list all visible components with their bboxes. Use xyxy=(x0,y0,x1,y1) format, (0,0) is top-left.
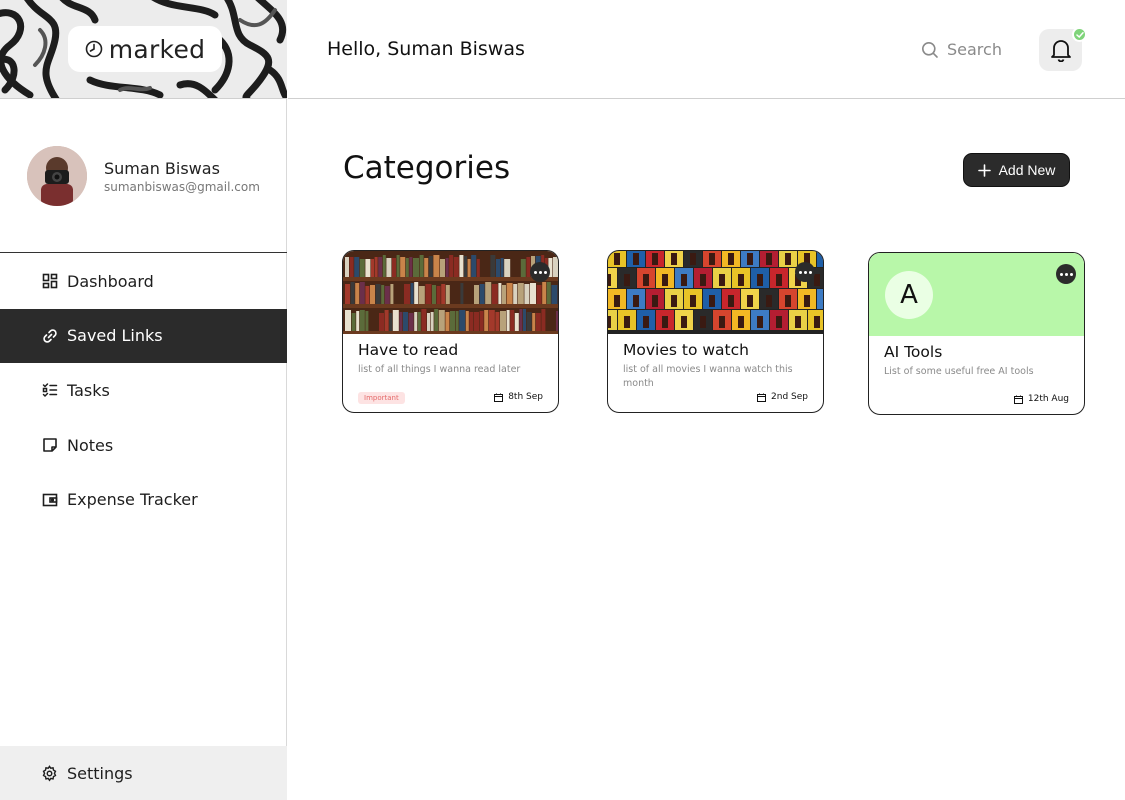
letter-avatar: A xyxy=(885,271,933,319)
sidebar-item-label: Expense Tracker xyxy=(67,490,198,510)
calendar-icon xyxy=(494,393,504,402)
card-title: Have to read xyxy=(358,341,459,359)
card-menu-button[interactable] xyxy=(530,262,550,282)
category-card-have-to-read[interactable]: Have to read list of all things I wanna … xyxy=(342,250,559,413)
card-date: 12th Aug xyxy=(1013,394,1069,404)
calendar-icon xyxy=(1013,395,1023,404)
movie-posters-image xyxy=(608,251,823,334)
note-icon xyxy=(41,437,58,454)
card-date: 8th Sep xyxy=(494,392,543,402)
card-description: list of all things I wanna read later xyxy=(358,364,521,375)
page-title: Categories xyxy=(343,150,511,186)
check-icon xyxy=(1075,31,1084,38)
sidebar-item-label: Notes xyxy=(67,435,114,455)
card-date-text: 2nd Sep xyxy=(771,392,808,402)
avatar[interactable] xyxy=(27,146,87,206)
gear-icon xyxy=(41,764,58,782)
notification-button[interactable] xyxy=(1039,27,1087,71)
grid-icon xyxy=(41,273,58,290)
plus-icon xyxy=(977,163,991,177)
sidebar: marked Suman Biswas sumanbiswas@gmail.co… xyxy=(0,0,287,800)
sidebar-item-tasks[interactable]: Tasks xyxy=(0,363,287,418)
link-icon xyxy=(41,327,58,344)
notification-status-badge xyxy=(1072,27,1087,42)
card-description: list of all movies I wanna watch this mo… xyxy=(623,364,793,389)
wallet-icon xyxy=(41,491,58,508)
logo-banner: marked xyxy=(0,0,287,99)
search-icon xyxy=(922,41,938,58)
clock-logo-icon xyxy=(85,40,103,58)
card-date: 2nd Sep xyxy=(757,392,808,402)
sidebar-item-dashboard[interactable]: Dashboard xyxy=(0,254,287,309)
profile-email: sumanbiswas@gmail.com xyxy=(104,180,260,194)
important-tag: Important xyxy=(358,392,405,404)
sidebar-item-label: Dashboard xyxy=(67,271,154,291)
search-button[interactable]: Search xyxy=(921,40,1002,59)
profile-name: Suman Biswas xyxy=(104,159,220,178)
brand-logo[interactable]: marked xyxy=(68,26,222,72)
calendar-icon xyxy=(757,393,767,402)
category-card-ai-tools[interactable]: A AI Tools List of some useful free AI t… xyxy=(868,252,1085,415)
sidebar-item-expense-tracker[interactable]: Expense Tracker xyxy=(0,472,287,527)
add-new-label: Add New xyxy=(998,162,1056,178)
card-title: Movies to watch xyxy=(623,341,749,359)
user-profile: Suman Biswas sumanbiswas@gmail.com xyxy=(0,100,287,253)
brand-name: marked xyxy=(108,34,206,64)
sidebar-item-label: Saved Links xyxy=(67,326,163,346)
avatar-photo xyxy=(27,146,87,206)
add-new-button[interactable]: Add New xyxy=(963,153,1070,187)
settings-label: Settings xyxy=(67,763,133,783)
sidebar-item-label: Tasks xyxy=(67,380,110,400)
bookshelf-image xyxy=(343,251,558,334)
sidebar-item-saved-links[interactable]: Saved Links xyxy=(0,308,287,364)
greeting-text: Hello, Suman Biswas xyxy=(327,38,525,60)
card-date-text: 12th Aug xyxy=(1027,394,1069,404)
card-menu-button[interactable] xyxy=(795,262,815,282)
search-label: Search xyxy=(947,40,1002,59)
card-menu-button[interactable] xyxy=(1056,264,1076,284)
top-header: Hello, Suman Biswas Search xyxy=(288,0,1125,99)
card-description: List of some useful free AI tools xyxy=(884,366,1034,377)
sidebar-item-settings[interactable]: Settings xyxy=(0,746,287,800)
checklist-icon xyxy=(41,382,58,399)
letter-avatar-cover: A xyxy=(869,253,1084,336)
sidebar-nav: Dashboard Saved Links Tasks Notes Expens… xyxy=(0,254,287,527)
sidebar-item-notes[interactable]: Notes xyxy=(0,418,287,473)
bell-icon xyxy=(1050,40,1071,62)
category-card-movies-to-watch[interactable]: Movies to watch list of all movies I wan… xyxy=(607,250,824,413)
card-title: AI Tools xyxy=(884,343,943,361)
card-date-text: 8th Sep xyxy=(508,392,543,402)
